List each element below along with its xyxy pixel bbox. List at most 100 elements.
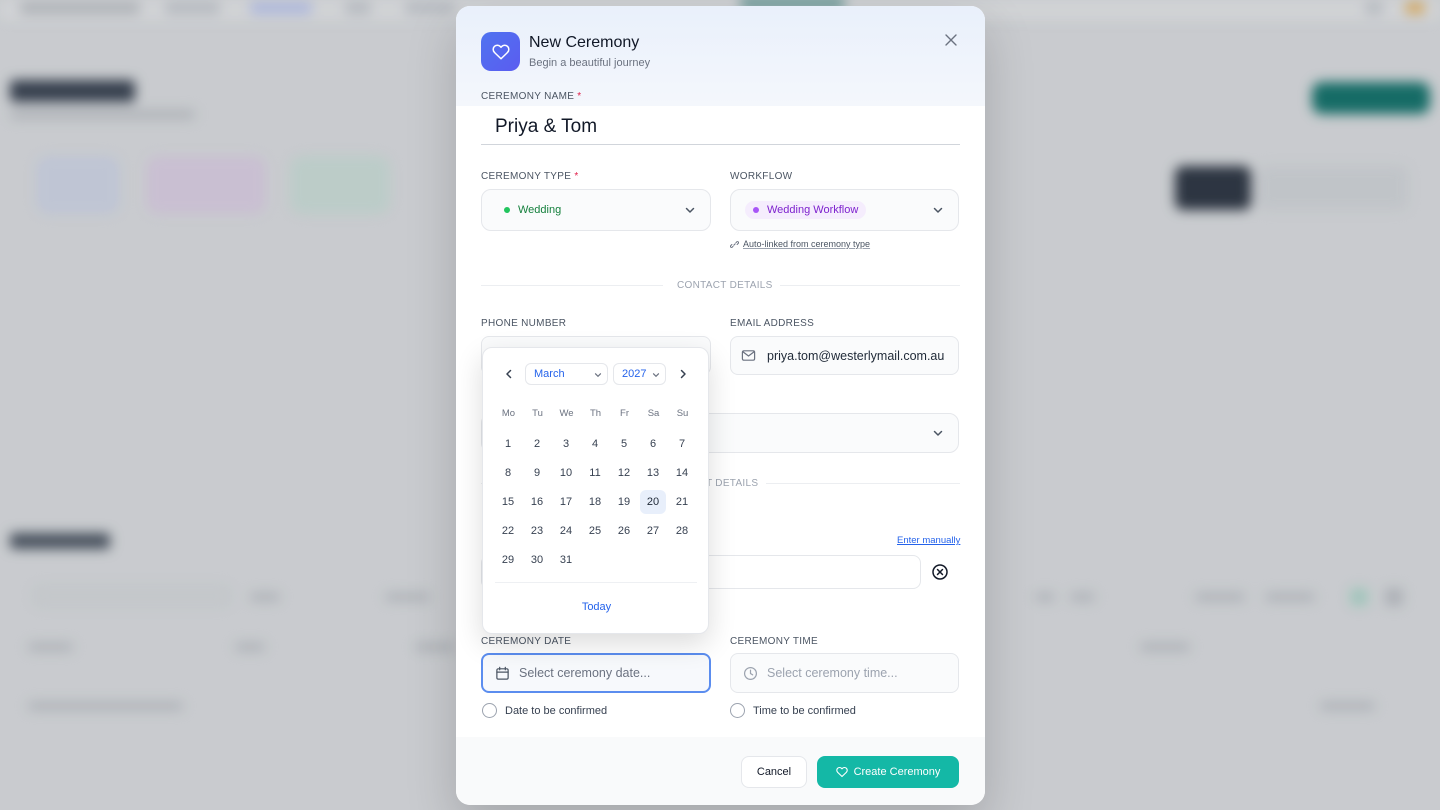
divider-line: [495, 582, 697, 583]
chevron-down-icon: [933, 207, 943, 213]
divider-line: [780, 285, 960, 286]
enter-manually-link[interactable]: Enter manually: [897, 535, 960, 546]
calendar-day[interactable]: 8: [495, 461, 521, 485]
email-address-label: EMAIL ADDRESS: [730, 318, 815, 329]
weekday-header: Mo: [501, 408, 516, 419]
month-value: March: [534, 368, 565, 380]
date-placeholder: Select ceremony date...: [519, 666, 651, 680]
calendar-day[interactable]: 6: [640, 432, 666, 456]
weekday-header: Fr: [620, 408, 629, 419]
time-tbc-radio[interactable]: [730, 703, 745, 718]
chevron-left-icon: [506, 369, 512, 379]
phone-number-label: PHONE NUMBER: [481, 318, 567, 329]
create-ceremony-button[interactable]: Create Ceremony: [817, 756, 959, 788]
time-tbc-label: Time to be confirmed: [753, 704, 856, 717]
year-value: 2027: [622, 368, 647, 380]
calendar-day[interactable]: 22: [495, 519, 521, 543]
chevron-down-icon: [594, 373, 602, 378]
calendar-day[interactable]: 1: [495, 432, 521, 456]
close-button[interactable]: [941, 30, 961, 50]
calendar-day[interactable]: 24: [553, 519, 579, 543]
calendar-day[interactable]: 4: [582, 432, 608, 456]
weekday-header: We: [559, 408, 574, 419]
workflow-label: WORKFLOW: [730, 171, 793, 182]
weekday-header: Sa: [647, 408, 660, 419]
chevron-down-icon: [933, 430, 943, 436]
next-month-button[interactable]: [673, 364, 693, 384]
dialog-title: New Ceremony: [529, 34, 640, 51]
ceremony-time-label: CEREMONY TIME: [730, 636, 818, 647]
date-tbc-label: Date to be confirmed: [505, 704, 608, 717]
calendar-day[interactable]: 20: [640, 490, 666, 514]
chevron-right-icon: [680, 369, 686, 379]
prev-month-button[interactable]: [499, 364, 519, 384]
calendar-day[interactable]: 5: [611, 432, 637, 456]
date-tbc-radio[interactable]: [482, 703, 497, 718]
year-select[interactable]: 2027: [613, 363, 666, 385]
ceremony-type-label: CEREMONY TYPE *: [481, 171, 579, 182]
status-dot: [504, 207, 510, 213]
ceremony-date-input[interactable]: Select ceremony date...: [481, 653, 711, 693]
calendar-day[interactable]: 23: [524, 519, 550, 543]
ceremony-type-select[interactable]: Wedding: [481, 189, 711, 231]
calendar-icon: [496, 666, 509, 680]
divider-line: [766, 483, 960, 484]
calendar-day[interactable]: 14: [669, 461, 695, 485]
chevron-down-icon: [685, 207, 695, 213]
event-details-heading: T DETAILS: [706, 478, 759, 489]
heart-icon: [481, 32, 520, 71]
calendar-day[interactable]: 15: [495, 490, 521, 514]
clear-button[interactable]: [931, 563, 949, 581]
chevron-down-icon: [652, 373, 660, 378]
calendar-day[interactable]: 29: [495, 548, 521, 572]
ceremony-name-input[interactable]: [481, 110, 960, 145]
ceremony-type-value: Wedding: [496, 201, 569, 219]
calendar-day[interactable]: 11: [582, 461, 608, 485]
dialog-subtitle: Begin a beautiful journey: [529, 57, 651, 69]
calendar-day[interactable]: 17: [553, 490, 579, 514]
link-icon: [730, 240, 739, 248]
month-select[interactable]: March: [525, 363, 608, 385]
calendar-day[interactable]: 3: [553, 432, 579, 456]
date-tbc-option[interactable]: Date to be confirmed: [482, 703, 607, 718]
create-ceremony-label: Create Ceremony: [853, 766, 941, 778]
workflow-value: Wedding Workflow: [745, 201, 867, 219]
clock-icon: [743, 666, 758, 680]
calendar-day[interactable]: 21: [669, 490, 695, 514]
mail-icon: [741, 350, 756, 361]
calendar-day[interactable]: 19: [611, 490, 637, 514]
clear-circle-icon: [932, 564, 948, 580]
cancel-button[interactable]: Cancel: [741, 756, 807, 788]
calendar-day[interactable]: 26: [611, 519, 637, 543]
calendar-day[interactable]: 2: [524, 432, 550, 456]
calendar-day[interactable]: 7: [669, 432, 695, 456]
calendar-day[interactable]: 18: [582, 490, 608, 514]
workflow-select[interactable]: Wedding Workflow: [730, 189, 959, 231]
workflow-hint[interactable]: Auto-linked from ceremony type: [730, 239, 870, 249]
status-dot: [753, 207, 759, 213]
heart-icon: [835, 766, 848, 778]
calendar-day[interactable]: 10: [553, 461, 579, 485]
contact-details-heading: CONTACT DETAILS: [677, 280, 773, 291]
calendar-day[interactable]: 30: [524, 548, 550, 572]
today-button[interactable]: Today: [483, 601, 710, 613]
calendar-day[interactable]: 27: [640, 519, 666, 543]
email-address-field[interactable]: priya.tom@westerlymail.com.au: [730, 336, 959, 375]
ceremony-name-label: CEREMONY NAME *: [481, 91, 582, 102]
ceremony-date-label: CEREMONY DATE: [481, 636, 572, 647]
calendar-day[interactable]: 31: [553, 548, 579, 572]
calendar-day[interactable]: 13: [640, 461, 666, 485]
calendar-day[interactable]: 9: [524, 461, 550, 485]
calendar-day[interactable]: 25: [582, 519, 608, 543]
weekday-header: Th: [589, 408, 602, 419]
ceremony-time-input[interactable]: Select ceremony time...: [730, 653, 959, 693]
divider-line: [481, 285, 663, 286]
time-placeholder: Select ceremony time...: [767, 666, 898, 680]
calendar-day[interactable]: 28: [669, 519, 695, 543]
calendar-day[interactable]: 16: [524, 490, 550, 514]
weekday-header: Su: [676, 408, 689, 419]
calendar-day[interactable]: 12: [611, 461, 637, 485]
weekday-header: Tu: [532, 408, 543, 419]
date-picker-popover: March 2027 Mo Tu We Th Fr Sa Su 12345678…: [482, 347, 709, 634]
time-tbc-option[interactable]: Time to be confirmed: [730, 703, 856, 718]
